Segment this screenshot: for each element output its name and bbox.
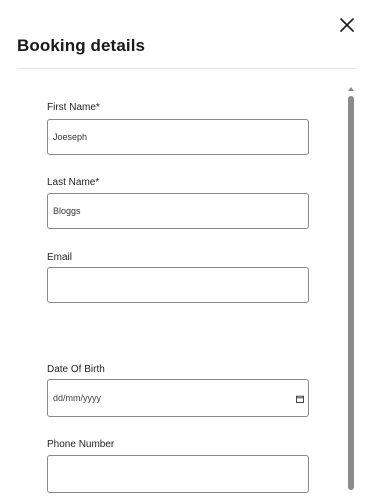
vertical-scrollbar[interactable] bbox=[344, 84, 358, 502]
close-icon bbox=[340, 18, 354, 32]
last-name-label: Last Name* bbox=[47, 177, 100, 188]
date-of-birth-label: Date Of Birth bbox=[47, 364, 105, 375]
last-name-value: Bloggs bbox=[53, 206, 81, 216]
email-label: Email bbox=[47, 252, 73, 263]
date-of-birth-input[interactable]: dd/mm/yyyy bbox=[47, 379, 309, 417]
last-name-input[interactable]: Bloggs bbox=[47, 193, 309, 229]
first-name-label: First Name* bbox=[47, 102, 100, 113]
first-name-input[interactable]: Joeseph bbox=[47, 119, 309, 155]
close-button[interactable] bbox=[336, 15, 358, 37]
phone-number-label: Phone Number bbox=[47, 439, 115, 450]
calendar-icon[interactable] bbox=[296, 395, 304, 403]
phone-number-input[interactable] bbox=[47, 455, 309, 493]
first-name-value: Joeseph bbox=[53, 132, 88, 142]
date-of-birth-placeholder: dd/mm/yyyy bbox=[53, 393, 102, 403]
booking-details-dialog: Booking details First Name* Joeseph Last… bbox=[0, 0, 367, 502]
email-input[interactable] bbox=[47, 267, 309, 303]
booking-form: First Name* Joeseph Last Name* Bloggs Em… bbox=[0, 69, 344, 502]
dialog-title: Booking details bbox=[17, 36, 146, 55]
scroll-thumb[interactable] bbox=[348, 96, 354, 490]
scroll-up-arrow-icon[interactable] bbox=[348, 87, 354, 91]
